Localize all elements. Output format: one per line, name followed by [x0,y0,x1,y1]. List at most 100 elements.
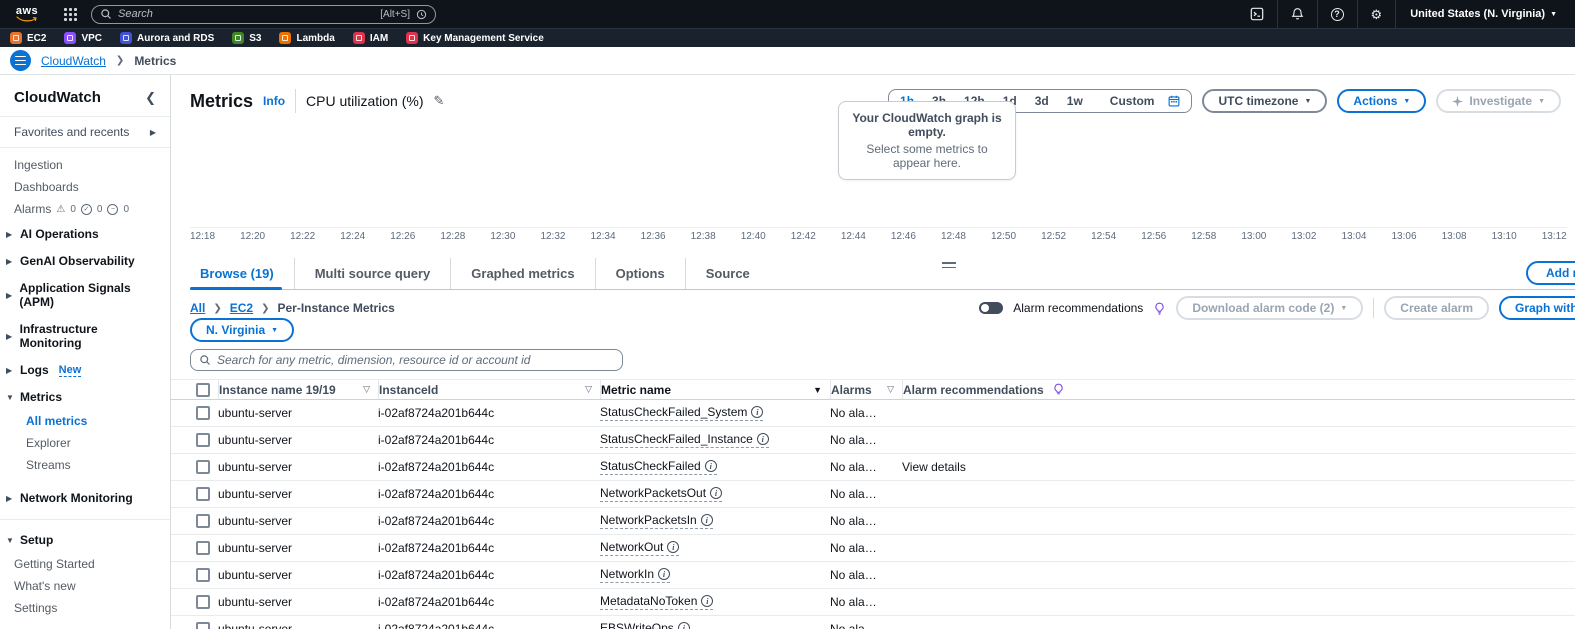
instance-id-link[interactable]: i-02af8724a201b644c [378,595,495,609]
instance-id-link[interactable]: i-02af8724a201b644c [378,568,495,582]
region-selector[interactable]: United States (N. Virginia) ▼ [1395,0,1563,28]
sidebar-section-infrastructure-monitoring[interactable]: ▶ Infrastructure Monitoring [0,315,170,356]
time-range-3d[interactable]: 3d [1026,94,1058,108]
sidebar-section-genai-observability[interactable]: ▶ GenAI Observability [0,247,170,274]
sidebar-section-ai-operations[interactable]: ▶ AI Operations [0,220,170,247]
cloudshell-icon[interactable] [1237,0,1277,28]
tab-source[interactable]: Source [684,258,770,289]
table-row[interactable]: ubuntu-server i-02af8724a201b644c Networ… [171,562,1575,589]
column-alarm-recommendations[interactable]: Alarm recommendations [902,380,1575,399]
row-checkbox[interactable] [196,541,210,555]
notifications-bell-icon[interactable] [1276,0,1317,28]
service-shortcut[interactable]: Lambda [279,32,335,44]
metric-name-link[interactable]: StatusCheckFailed i [600,459,717,475]
metric-name-link[interactable]: EBSWriteOps i [600,621,690,629]
metric-name-link[interactable]: NetworkOut i [600,540,680,556]
service-shortcut[interactable]: VPC [64,32,102,44]
time-range-1w[interactable]: 1w [1058,94,1092,108]
filter-icon[interactable]: ▽ [585,384,592,395]
table-row[interactable]: ubuntu-server i-02af8724a201b644c Status… [171,454,1575,481]
column-alarms[interactable]: Alarms ▽ [830,380,902,399]
timezone-dropdown[interactable]: UTC timezone ▼ [1202,89,1328,113]
row-checkbox[interactable] [196,487,210,501]
sidebar-section-logs[interactable]: ▶ Logs New [0,356,170,383]
panel-resize-handle[interactable] [942,262,956,268]
row-checkbox[interactable] [196,406,210,420]
table-row[interactable]: ubuntu-server i-02af8724a201b644c Status… [171,427,1575,454]
service-shortcut[interactable]: IAM [352,32,388,44]
sidebar-item-streams[interactable]: Streams [0,454,170,476]
aws-logo[interactable]: aws [12,6,42,22]
info-icon[interactable]: i [700,514,713,526]
help-icon[interactable]: ? [1316,0,1357,28]
info-icon[interactable]: i [704,460,717,472]
row-checkbox[interactable] [196,460,210,474]
table-row[interactable]: ubuntu-server i-02af8724a201b644c EBSWri… [171,616,1575,629]
info-icon[interactable]: i [677,622,690,629]
metric-name-link[interactable]: NetworkPacketsOut i [600,486,723,502]
metrics-breadcrumb-ec2-link[interactable]: EC2 [230,301,253,315]
investigate-button[interactable]: Investigate ▼ [1436,89,1561,113]
instance-id-link[interactable]: i-02af8724a201b644c [378,460,495,474]
metric-name-link[interactable]: MetadataNoToken i [600,594,714,610]
metric-name-link[interactable]: NetworkIn i [600,567,671,583]
instance-id-link[interactable]: i-02af8724a201b644c [378,514,495,528]
table-row[interactable]: ubuntu-server i-02af8724a201b644c Networ… [171,508,1575,535]
instance-id-link[interactable]: i-02af8724a201b644c [378,487,495,501]
metric-name-link[interactable]: NetworkPacketsIn i [600,513,713,529]
info-icon[interactable]: i [710,487,723,499]
download-alarm-code-button[interactable]: Download alarm code (2) ▼ [1176,296,1364,320]
info-icon[interactable]: i [751,406,764,418]
metric-search-input[interactable] [217,353,614,367]
breadcrumb-cloudwatch-link[interactable]: CloudWatch [41,54,106,68]
row-checkbox[interactable] [196,433,210,447]
sidebar-item-ingestion[interactable]: Ingestion [0,154,170,176]
tab-options[interactable]: Options [594,258,685,289]
info-icon[interactable]: i [658,568,671,580]
table-row[interactable]: ubuntu-server i-02af8724a201b644c Metada… [171,589,1575,616]
global-search-input[interactable] [118,8,375,20]
metric-search[interactable] [190,349,623,371]
alarm-recommendations-toggle[interactable] [979,302,1004,314]
info-icon[interactable]: i [701,595,714,607]
sidebar-item-all-metrics[interactable]: All metrics [0,410,170,432]
settings-gear-icon[interactable]: ⚙ [1356,0,1396,28]
instance-id-link[interactable]: i-02af8724a201b644c [378,433,495,447]
table-row[interactable]: ubuntu-server i-02af8724a201b644c Networ… [171,535,1575,562]
table-row[interactable]: ubuntu-server i-02af8724a201b644c Networ… [171,481,1575,508]
service-shortcut[interactable]: Aurora and RDS [120,32,214,44]
metric-name-link[interactable]: StatusCheckFailed_Instance i [600,432,769,448]
row-checkbox[interactable] [196,568,210,582]
info-link[interactable]: Info [263,94,285,108]
add-math-button[interactable]: Add ma [1526,261,1575,285]
actions-button[interactable]: Actions ▼ [1337,89,1427,113]
tab-multi-source-query[interactable]: Multi source query [293,258,451,289]
hamburger-menu-icon[interactable] [10,50,31,71]
sidebar-section-setup[interactable]: ▼ Setup [0,526,170,553]
row-checkbox[interactable] [196,595,210,609]
edit-pencil-icon[interactable]: ✎ [434,93,445,109]
sidebar-item-settings[interactable]: Settings [0,597,170,619]
graph-with-button[interactable]: Graph with S [1499,296,1575,320]
info-icon[interactable]: i [667,541,680,553]
instance-id-link[interactable]: i-02af8724a201b644c [378,406,495,420]
sidebar-section-application-signals[interactable]: ▶ Application Signals (APM) [0,274,170,315]
row-checkbox[interactable] [196,514,210,528]
sidebar-item-favorites[interactable]: Favorites and recents ▶ [0,117,170,147]
sidebar-item-dashboards[interactable]: Dashboards [0,176,170,198]
sidebar-item-explorer[interactable]: Explorer [0,432,170,454]
create-alarm-button[interactable]: Create alarm [1384,296,1489,320]
sidebar-collapse-icon[interactable]: ❮ [145,90,156,106]
table-row[interactable]: ubuntu-server i-02af8724a201b644c Status… [171,400,1575,427]
column-metric-name[interactable]: Metric name ▼ [600,380,830,399]
time-range-custom[interactable]: Custom [1092,94,1190,108]
service-shortcut[interactable]: S3 [232,32,261,44]
metrics-breadcrumb-all-link[interactable]: All [190,301,205,315]
sidebar-item-alarms[interactable]: Alarms ⚠ 0 ✓ 0 −0 [0,198,170,220]
sidebar-section-network-monitoring[interactable]: ▶ Network Monitoring [0,484,170,511]
region-filter-pill[interactable]: N. Virginia ▼ [190,318,295,342]
global-search[interactable]: [Alt+S] [91,4,436,24]
filter-icon[interactable]: ▽ [887,384,894,395]
info-icon[interactable]: i [756,433,769,445]
column-instance-name[interactable]: Instance name 19/19 ▽ [218,380,378,399]
